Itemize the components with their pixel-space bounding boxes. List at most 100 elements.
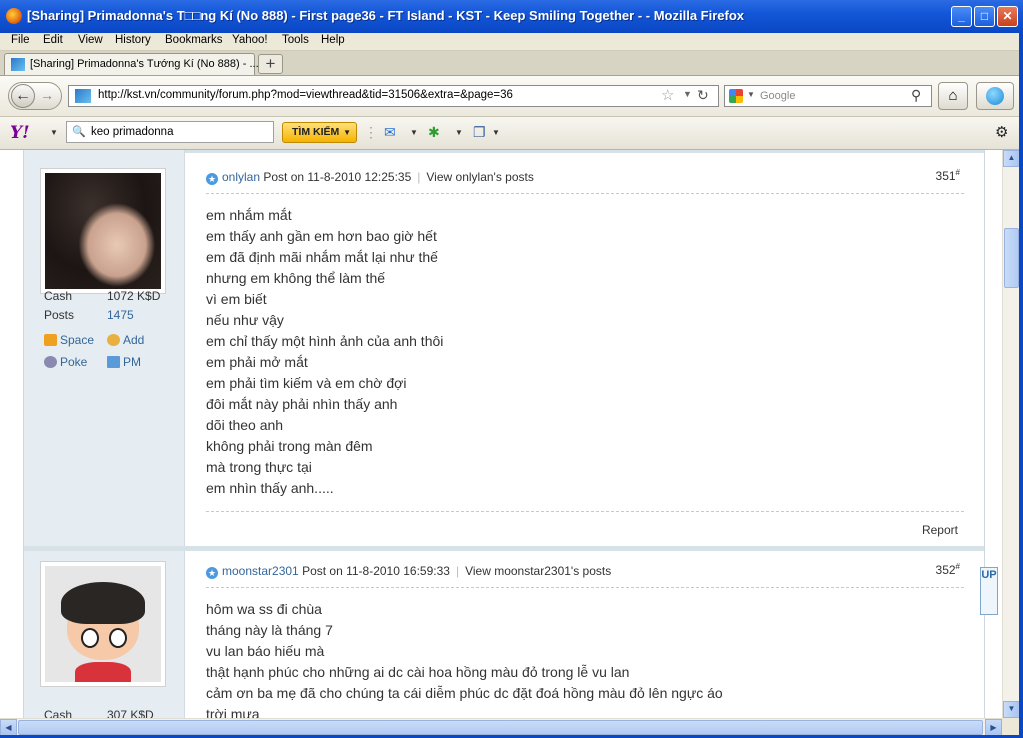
floor-number[interactable]: 352# [936, 562, 960, 577]
floor-number[interactable]: 351# [936, 168, 960, 183]
firefox-icon [6, 8, 22, 24]
site-identity-icon[interactable] [75, 89, 91, 103]
close-button[interactable]: ✕ [997, 6, 1018, 27]
space-link[interactable]: Space [44, 333, 94, 347]
report-link[interactable]: Report [922, 523, 958, 537]
avatar-moonstar2301-image [45, 566, 161, 682]
tab-label: [Sharing] Primadonna's Tướng Kí (No 888)… [30, 58, 259, 70]
avatar[interactable] [40, 168, 166, 294]
mail-dropdown-icon[interactable]: ▼ [410, 128, 418, 137]
menu-bar: File Edit View History Bookmarks Yahoo! … [0, 33, 1023, 51]
post-time: Post on 11-8-2010 16:59:33 [302, 564, 450, 578]
menu-tools[interactable]: Tools [282, 34, 309, 46]
floor-mark: # [955, 168, 960, 177]
header-separator: | [417, 170, 421, 184]
forum-thread: Cash 1072 K$D Posts 1475 Space Add Poke … [23, 150, 985, 718]
page-viewport: Cash 1072 K$D Posts 1475 Space Add Poke … [0, 150, 1002, 718]
messenger-dropdown-icon[interactable]: ▼ [455, 128, 463, 137]
author-link[interactable]: moonstar2301 [222, 564, 299, 578]
scroll-right-arrow-icon[interactable]: ▶ [985, 719, 1002, 736]
message-line: em nhìn thấy anh..... [206, 480, 334, 496]
message-line: em nhắm mắt [206, 207, 292, 223]
posts-count-link[interactable]: 1475 [107, 308, 134, 322]
menu-history[interactable]: History [115, 34, 151, 46]
search-placeholder[interactable]: Google [760, 90, 795, 102]
scroll-left-arrow-icon[interactable]: ◀ [0, 719, 17, 736]
message-line: mà trong thực tại [206, 459, 312, 475]
scroll-down-arrow-icon[interactable]: ▼ [1003, 701, 1020, 718]
yahoo-search-dropdown-icon[interactable]: ▼ [343, 123, 351, 142]
back-forward-group: ← → [8, 82, 62, 110]
message-line: tháng này là tháng 7 [206, 622, 333, 638]
vertical-scroll-thumb[interactable] [1004, 228, 1019, 288]
yahoo-search-button-label: TÌM KIẾM [292, 126, 340, 138]
pm-link[interactable]: PM [107, 355, 141, 369]
url-history-dropdown-icon[interactable]: ▼ [683, 89, 692, 99]
space-label: Space [60, 333, 95, 347]
post-352: Cash 307 K$D ★ moonstar2301 Post on 11-8-… [24, 551, 984, 718]
scroll-to-top-button[interactable]: UP [980, 567, 998, 615]
minimize-button[interactable]: _ [951, 6, 972, 27]
gear-icon[interactable]: ⚙ [995, 123, 1008, 141]
avatar[interactable] [40, 561, 166, 687]
cash-label: Cash [44, 289, 73, 303]
search-go-icon[interactable]: ⚲ [911, 87, 921, 104]
message-line: hôm wa ss đi chùa [206, 601, 322, 617]
message-line: cảm ơn ba mẹ đã cho chúng ta cái diễm ph… [206, 685, 723, 701]
message-line: em thấy anh gần em hơn bao giờ hết [206, 228, 437, 244]
vertical-scrollbar[interactable]: ▲ ▼ [1002, 150, 1020, 718]
messenger-icon[interactable]: ✱ [428, 124, 440, 141]
message-line: nếu như vậy [206, 312, 284, 328]
yahoo-menu-dropdown-icon[interactable]: ▼ [50, 128, 58, 137]
view-author-posts-link[interactable]: View onlylan's posts [426, 170, 533, 184]
scroll-up-arrow-icon[interactable]: ▲ [1003, 150, 1020, 167]
menu-view[interactable]: View [78, 34, 103, 46]
header-separator: | [455, 564, 460, 578]
skype-icon [986, 87, 1004, 105]
horizontal-scroll-thumb[interactable] [18, 720, 983, 735]
skype-addon-button[interactable] [976, 82, 1014, 110]
footer-divider [206, 511, 964, 512]
new-tab-button[interactable]: + [258, 54, 283, 74]
mail-icon[interactable]: ✉ [384, 124, 396, 141]
forward-button[interactable]: → [40, 87, 54, 103]
poke-label: Poke [60, 355, 88, 369]
home-button[interactable]: ⌂ [938, 82, 968, 110]
back-button[interactable]: ← [11, 84, 35, 108]
view-author-posts-link[interactable]: View moonstar2301's posts [465, 564, 611, 578]
yahoo-logo[interactable]: Y! [10, 123, 30, 143]
yahoo-search-button[interactable]: TÌM KIẾM ▼ [282, 122, 357, 143]
menu-bookmarks[interactable]: Bookmarks [165, 34, 223, 46]
message-line: dõi theo anh [206, 417, 284, 433]
url-text[interactable]: http://kst.vn/community/forum.php?mod=vi… [98, 89, 513, 101]
yahoo-search-input[interactable]: 🔍 keo primadonna [66, 121, 274, 143]
maximize-button[interactable]: □ [974, 6, 995, 27]
bookmarks-dropdown-icon[interactable]: ▼ [492, 128, 500, 137]
floor-value: 351 [935, 169, 956, 183]
menu-yahoo[interactable]: Yahoo! [232, 34, 268, 46]
scrollbar-corner [1002, 718, 1019, 735]
message-line: em chỉ thấy một hình ảnh của anh thôi [206, 333, 444, 349]
message-line: em phải tìm kiếm và em chờ đợi [206, 375, 407, 391]
web-search-box[interactable]: ▼ Google ⚲ [724, 85, 932, 107]
message-line: vì em biết [206, 291, 267, 307]
horizontal-scrollbar[interactable]: ◀ ▶ [0, 718, 1002, 736]
yahoo-search-value[interactable]: keo primadonna [91, 126, 173, 138]
menu-file[interactable]: File [11, 34, 30, 46]
header-divider [206, 193, 964, 194]
engine-dropdown-icon[interactable]: ▼ [747, 90, 755, 99]
bookmark-star-icon[interactable]: ☆ [661, 86, 674, 104]
tab-strip: [Sharing] Primadonna's Tướng Kí (No 888)… [0, 51, 1023, 76]
add-label: Add [123, 333, 145, 347]
add-friend-link[interactable]: Add [107, 333, 144, 347]
reload-icon[interactable]: ↻ [697, 87, 709, 104]
poke-link[interactable]: Poke [44, 355, 87, 369]
google-engine-icon[interactable] [729, 89, 743, 103]
menu-help[interactable]: Help [321, 34, 345, 46]
avatar-onlylan-image [45, 173, 161, 289]
author-link[interactable]: onlylan [222, 170, 260, 184]
menu-edit[interactable]: Edit [43, 34, 63, 46]
bookmarks-icon[interactable]: ❐ [473, 124, 486, 141]
url-bar[interactable]: http://kst.vn/community/forum.php?mod=vi… [68, 85, 719, 107]
tab-current[interactable]: [Sharing] Primadonna's Tướng Kí (No 888)… [4, 53, 259, 75]
